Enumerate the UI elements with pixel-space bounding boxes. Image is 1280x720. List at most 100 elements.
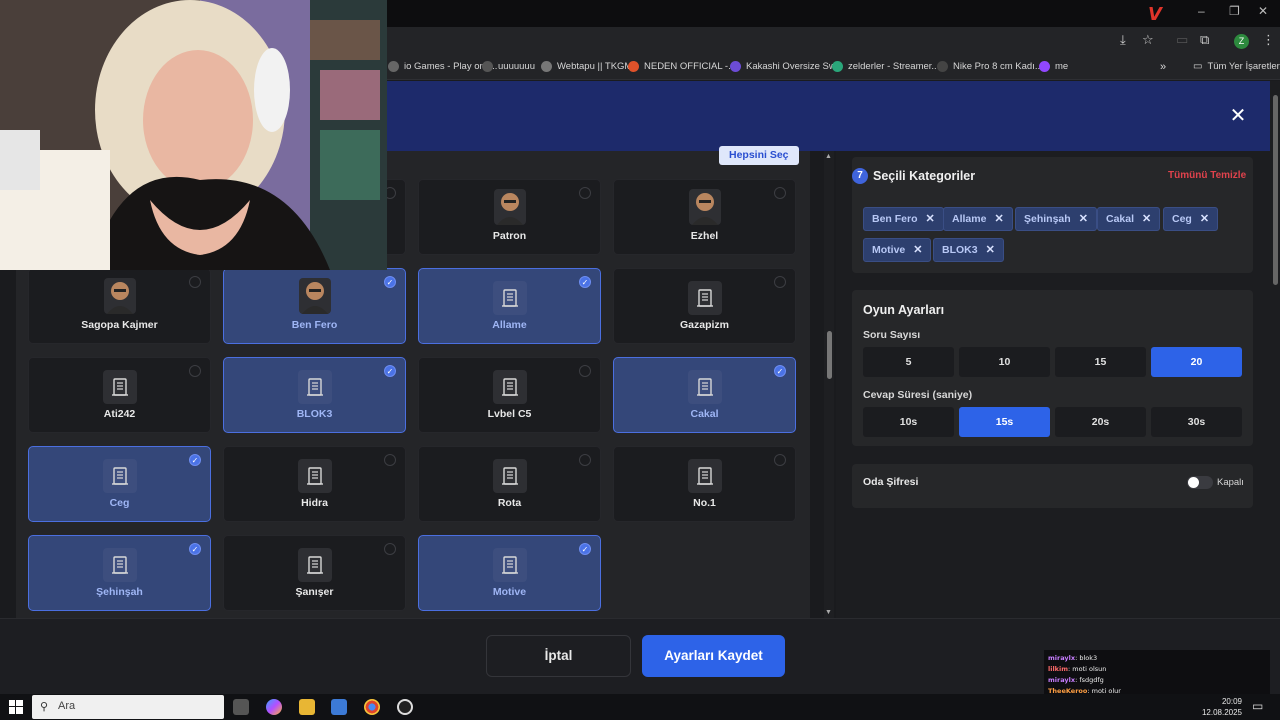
taskbar-search[interactable]: ⚲ Ara (32, 695, 224, 719)
category-card[interactable]: ✓ Ben Fero (223, 268, 406, 344)
category-card[interactable]: ✓ Cakal (613, 357, 796, 433)
bookmark-item[interactable]: Kakashi Oversize Sw... (730, 61, 843, 72)
cast-icon[interactable]: ▭ (1176, 33, 1188, 48)
bookmark-item[interactable]: NEDEN OFFICIAL -... (628, 61, 736, 72)
bookmark-item[interactable]: uuuuuuu (482, 61, 535, 72)
category-card[interactable]: ✓ Şehinşah (28, 535, 211, 611)
notification-icon[interactable]: ▭ (1252, 699, 1263, 713)
question-count-option[interactable]: 15 (1055, 347, 1146, 377)
menu-icon[interactable]: ⋮ (1262, 33, 1275, 48)
check-icon: ✓ (774, 365, 786, 377)
webcam-overlay (0, 0, 387, 270)
selected-category-chip[interactable]: Cakal ✕ (1097, 207, 1161, 231)
answer-time-option[interactable]: 20s (1055, 407, 1146, 437)
windows-start-icon[interactable] (9, 700, 23, 714)
room-password-label: Oda Şifresi (863, 476, 919, 488)
chip-label: BLOK3 (942, 244, 978, 256)
chat-message: lilkim: moti olsun (1048, 665, 1106, 673)
question-count-option[interactable]: 20 (1151, 347, 1242, 377)
building-icon (687, 281, 722, 315)
radio-circle (579, 187, 591, 199)
remove-chip-icon[interactable]: ✕ (1079, 208, 1088, 230)
category-card[interactable]: ✓ BLOK3 (223, 357, 406, 433)
bookmark-item[interactable]: me (1039, 61, 1068, 72)
remove-chip-icon[interactable]: ✕ (1142, 208, 1151, 230)
task-view-icon[interactable] (233, 699, 249, 715)
category-card[interactable]: ✓ Allame (418, 268, 601, 344)
remove-chip-icon[interactable]: ✕ (1200, 208, 1209, 230)
category-card[interactable]: Ezhel (613, 179, 796, 255)
bookmark-favicon-icon (937, 61, 948, 72)
store-icon[interactable] (331, 699, 347, 715)
category-card[interactable]: No.1 (613, 446, 796, 522)
remove-chip-icon[interactable]: ✕ (994, 208, 1003, 230)
copilot-icon[interactable] (266, 699, 282, 715)
selected-category-chip[interactable]: Motive ✕ (863, 238, 932, 262)
more-bookmarks-icon[interactable]: » (1160, 61, 1166, 73)
all-bookmarks-label: Tüm Yer İşaretleri (1207, 61, 1280, 72)
check-icon: ✓ (579, 276, 591, 288)
selected-category-chip[interactable]: BLOK3 ✕ (933, 238, 1004, 262)
check-icon: ✓ (189, 543, 201, 555)
folder-icon: ▭ (1193, 61, 1203, 72)
settings-scrollbar[interactable] (1270, 81, 1280, 618)
answer-time-option[interactable]: 30s (1151, 407, 1242, 437)
room-password-toggle[interactable] (1187, 476, 1213, 489)
remove-chip-icon[interactable]: ✕ (926, 208, 935, 230)
all-bookmarks[interactable]: ▭ Tüm Yer İşaretleri (1193, 61, 1280, 72)
restore-icon[interactable]: ❐ (1229, 4, 1240, 18)
category-card[interactable]: Sagopa Kajmer (28, 268, 211, 344)
question-count-option[interactable]: 5 (863, 347, 954, 377)
selected-category-chip[interactable]: Ben Fero ✕ (863, 207, 944, 231)
chrome-icon[interactable] (364, 699, 380, 715)
close-window-icon[interactable]: ✕ (1258, 4, 1268, 18)
radio-circle (774, 276, 786, 288)
taskbar-clock[interactable]: 20:09 12.08.2025 (1200, 696, 1242, 718)
minimize-icon[interactable]: – (1198, 4, 1205, 18)
selected-category-chip[interactable]: Şehinşah ✕ (1015, 207, 1097, 231)
category-card[interactable]: Lvbel C5 (418, 357, 601, 433)
selected-category-chip[interactable]: Allame ✕ (943, 207, 1013, 231)
category-card[interactable]: ✓ Motive (418, 535, 601, 611)
category-card[interactable]: Şanışer (223, 535, 406, 611)
category-card[interactable]: ✓ Ceg (28, 446, 211, 522)
obs-icon[interactable] (397, 699, 413, 715)
chat-username: miraylx (1048, 654, 1076, 662)
remove-chip-icon[interactable]: ✕ (913, 239, 922, 261)
close-modal-button[interactable]: ✕ (1227, 105, 1249, 127)
install-icon[interactable]: ⤓ (1120, 33, 1126, 48)
category-scrollbar[interactable]: ▲ ▼ (824, 151, 834, 618)
chip-label: Ceg (1172, 213, 1192, 225)
building-icon (492, 548, 527, 582)
bookmark-item[interactable]: zelderler - Streamer... (832, 61, 939, 72)
file-explorer-icon[interactable] (299, 699, 315, 715)
scrollbar-thumb[interactable] (827, 331, 832, 379)
chat-username: lilkim (1048, 665, 1069, 673)
star-icon[interactable]: ☆ (1142, 33, 1154, 48)
category-card[interactable]: Patron (418, 179, 601, 255)
question-count-option[interactable]: 10 (959, 347, 1050, 377)
bookmark-label: NEDEN OFFICIAL -... (644, 61, 737, 72)
select-all-button[interactable]: Hepsini Seç (719, 146, 799, 165)
bookmark-item[interactable]: Webtapu || TKGM (541, 61, 632, 72)
category-label: BLOK3 (296, 408, 333, 420)
category-card[interactable]: Ati242 (28, 357, 211, 433)
answer-time-option[interactable]: 10s (863, 407, 954, 437)
category-card[interactable]: Hidra (223, 446, 406, 522)
extensions-icon[interactable]: ⧉ (1200, 33, 1209, 48)
scrollbar-thumb[interactable] (1273, 95, 1278, 285)
clear-all-button[interactable]: Tümünü Temizle (1168, 170, 1246, 181)
chip-label: Cakal (1106, 213, 1135, 225)
radio-circle (384, 454, 396, 466)
category-label: Şehinşah (96, 586, 143, 598)
remove-chip-icon[interactable]: ✕ (986, 239, 995, 261)
cancel-button[interactable]: İptal (486, 635, 631, 677)
bookmark-favicon-icon (541, 61, 552, 72)
save-settings-button[interactable]: Ayarları Kaydet (642, 635, 785, 677)
bookmark-item[interactable]: Nike Pro 8 cm Kadı... (937, 61, 1043, 72)
category-card[interactable]: Gazapizm (613, 268, 796, 344)
category-card[interactable]: Rota (418, 446, 601, 522)
selected-category-chip[interactable]: Ceg ✕ (1163, 207, 1219, 231)
profile-avatar[interactable]: Z (1234, 34, 1249, 49)
answer-time-option[interactable]: 15s (959, 407, 1050, 437)
